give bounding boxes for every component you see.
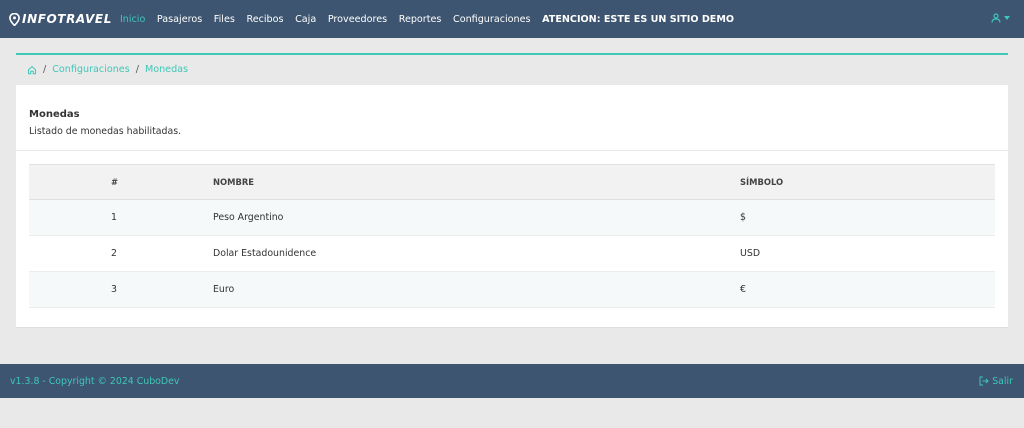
table-row[interactable]: 2 Dolar Estadounidence USD [29,235,995,272]
copyright-text: v1.3.8 - Copyright © 2024 CuboDev [10,375,180,387]
accent-divider [16,53,1008,55]
cell-simbolo: € [740,271,995,308]
currencies-table: # NOMBRE SÍMBOLO 1 Peso Argentino $ 2 Do… [29,164,995,308]
cell-number: 2 [29,235,213,272]
logout-icon [979,376,989,386]
breadcrumb-monedas[interactable]: Monedas [145,64,188,75]
table-row[interactable]: 1 Peso Argentino $ [29,199,995,236]
nav-item-inicio[interactable]: Inicio [120,14,145,25]
brand-name: INFOTRAVEL [22,12,112,26]
column-header-nombre: NOMBRE [213,164,740,200]
cell-simbolo: USD [740,235,995,272]
nav-item-recibos[interactable]: Recibos [246,14,283,25]
brand-logo[interactable]: INFOTRAVEL [9,12,112,26]
nav-item-pasajeros[interactable]: Pasajeros [157,14,202,25]
nav-item-caja[interactable]: Caja [295,14,316,25]
home-icon[interactable] [27,65,37,75]
map-pin-icon [9,12,20,26]
column-header-simbolo: SÍMBOLO [740,164,995,200]
demo-warning: ATENCION: ESTE ES UN SITIO DEMO [542,13,735,25]
nav-item-files[interactable]: Files [214,14,235,25]
chevron-down-icon [1004,16,1010,20]
nav-item-reportes[interactable]: Reportes [399,14,442,25]
page-title: Monedas [29,109,80,120]
user-icon [991,13,1001,23]
card-header: Monedas Listado de monedas habilitadas. [16,85,1008,151]
breadcrumb-separator: / [43,64,47,75]
cell-nombre: Dolar Estadounidence [213,235,740,272]
cell-number: 1 [29,199,213,236]
cell-simbolo: $ [740,199,995,236]
nav-item-configuraciones[interactable]: Configuraciones [453,14,530,25]
cell-number: 3 [29,271,213,308]
table-header-row: # NOMBRE SÍMBOLO [29,164,995,200]
top-navbar: INFOTRAVEL Inicio Pasajeros Files Recibo… [0,0,1024,38]
page-description: Listado de monedas habilitadas. [29,126,182,137]
user-menu[interactable] [991,13,1010,23]
table-row[interactable]: 3 Euro € [29,271,995,308]
logout-label: Salir [992,375,1013,387]
currencies-card: Monedas Listado de monedas habilitadas. … [16,85,1008,328]
column-header-number: # [29,164,213,200]
breadcrumb-separator: / [135,64,139,75]
breadcrumb-configuraciones[interactable]: Configuraciones [52,64,129,75]
breadcrumb: / Configuraciones / Monedas [27,64,188,75]
logout-link[interactable]: Salir [979,376,1013,387]
cell-nombre: Peso Argentino [213,199,740,236]
footer: v1.3.8 - Copyright © 2024 CuboDev Salir [0,364,1024,398]
cell-nombre: Euro [213,271,740,308]
nav-item-proveedores[interactable]: Proveedores [328,14,387,25]
main-nav: Inicio Pasajeros Files Recibos Caja Prov… [120,14,746,25]
